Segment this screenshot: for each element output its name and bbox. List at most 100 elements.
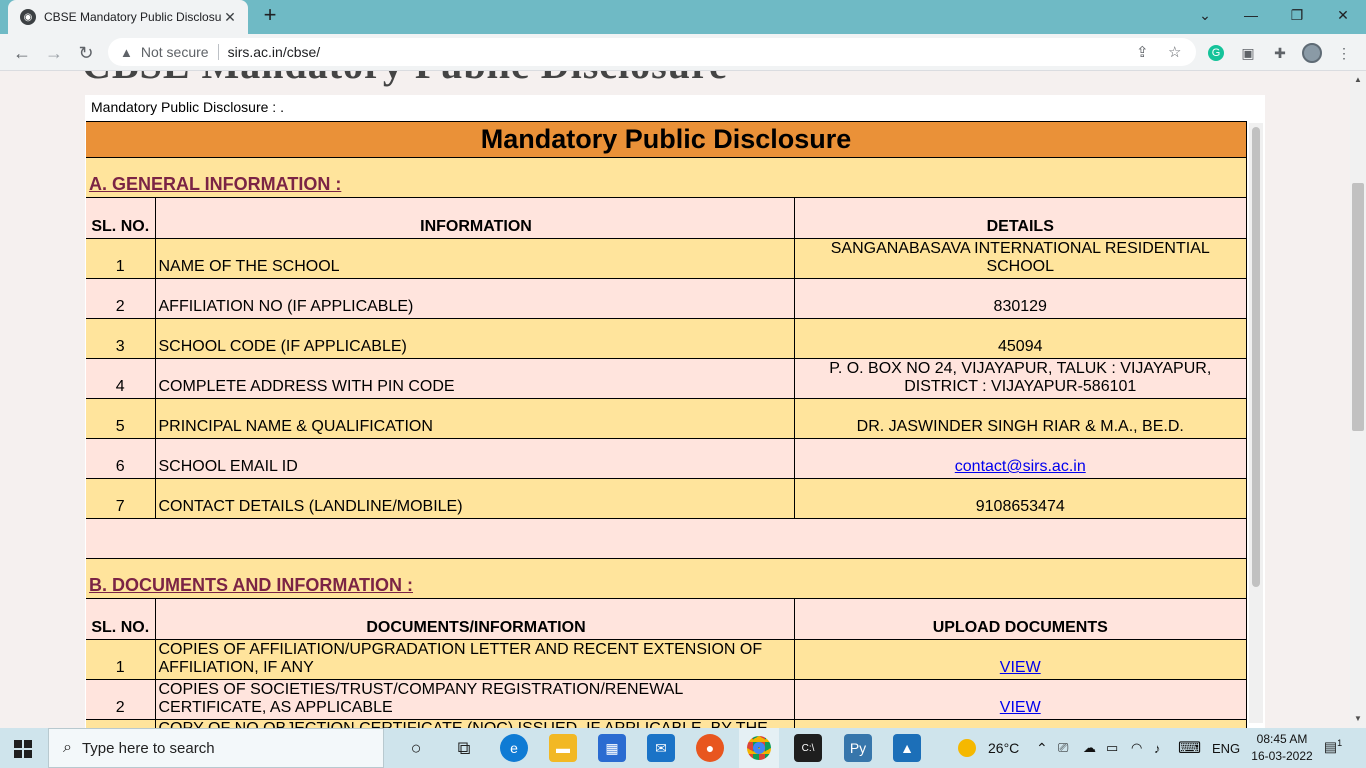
scroll-up-icon[interactable]: ▲ — [1353, 75, 1363, 84]
details-cell: 830129 — [794, 278, 1247, 319]
sl-no-cell: 1 — [86, 639, 156, 680]
details-cell: 9108653474 — [794, 478, 1247, 519]
page-scrollbar-thumb[interactable] — [1352, 183, 1364, 431]
column-header-sl-no: SL. NO. — [86, 598, 156, 640]
show-hidden-icons[interactable]: ⌃ — [1036, 728, 1048, 768]
information-cell: COMPLETE ADDRESS WITH PIN CODE — [155, 358, 795, 399]
reading-mode-icon[interactable]: ▣ — [1237, 42, 1259, 64]
page-scrollbar[interactable]: ▲ ▼ — [1350, 71, 1366, 728]
disclosure-frame-label: Mandatory Public Disclosure : . — [85, 95, 1265, 121]
browser-toolbar: ← → ↻ ▲ Not secure sirs.ac.in/cbse/ ⇪ ☆ … — [0, 34, 1366, 71]
column-header-upload: UPLOAD DOCUMENTS — [794, 598, 1247, 640]
frame-scrollbar-thumb[interactable] — [1252, 127, 1260, 587]
column-header-details: DETAILS — [794, 197, 1247, 239]
weather-widget[interactable]: 26°C — [958, 728, 1019, 768]
table-row: 4 COMPLETE ADDRESS WITH PIN CODE P. O. B… — [86, 358, 1247, 399]
table-row: 2 COPIES OF SOCIETIES/TRUST/COMPANY REGI… — [86, 679, 1247, 720]
firefox-icon[interactable]: ● — [696, 734, 724, 762]
sl-no-cell: 1 — [86, 238, 156, 279]
details-cell: 45094 — [794, 318, 1247, 359]
view-document-link[interactable]: VIEW — [1000, 699, 1041, 716]
upload-cell: VIEW — [794, 679, 1247, 720]
keyboard-icon[interactable]: ⌨ — [1178, 728, 1201, 768]
bookmark-star-icon[interactable]: ☆ — [1168, 43, 1181, 61]
details-cell: DR. JASWINDER SINGH RIAR & M.A., BE.D. — [794, 398, 1247, 439]
windows-taskbar: ⌕ Type here to search ○ ⧉ e ▬ ▦ ✉ ● C:\ … — [0, 728, 1366, 768]
forward-icon[interactable]: → — [41, 40, 67, 66]
grammarly-extension-icon[interactable]: G — [1205, 42, 1227, 64]
table-row: 1 COPIES OF AFFILIATION/UPGRADATION LETT… — [86, 639, 1247, 680]
python-icon[interactable]: Py — [844, 734, 872, 762]
section-b-title: B. DOCUMENTS AND INFORMATION : — [89, 575, 413, 595]
table-row: 5 PRINCIPAL NAME & QUALIFICATION DR. JAS… — [86, 398, 1247, 439]
sl-no-cell: 5 — [86, 398, 156, 439]
scroll-down-icon[interactable]: ▼ — [1353, 714, 1363, 723]
disclosure-table: Mandatory Public Disclosure A. GENERAL I… — [86, 121, 1247, 728]
notification-center-icon[interactable]: ▤1 — [1322, 738, 1344, 758]
meet-now-icon[interactable]: ⎚ — [1058, 728, 1068, 768]
details-cell: P. O. BOX NO 24, VIJAYAPUR, TALUK : VIJA… — [794, 358, 1247, 399]
input-language[interactable]: ENG — [1212, 728, 1240, 768]
extensions-puzzle-icon[interactable]: ✚ — [1269, 42, 1291, 64]
table-row: 3 SCHOOL CODE (IF APPLICABLE) 45094 — [86, 318, 1247, 359]
file-explorer-icon[interactable]: ▬ — [549, 734, 577, 762]
taskbar-search-box[interactable]: ⌕ Type here to search — [48, 728, 384, 768]
reload-icon[interactable]: ↻ — [73, 40, 99, 66]
upload-cell — [794, 719, 1247, 728]
wifi-icon[interactable]: ◠ — [1131, 728, 1142, 768]
tab-close-icon[interactable]: ✕ — [222, 9, 238, 26]
mail-icon[interactable]: ✉ — [647, 734, 675, 762]
microsoft-store-icon[interactable]: ▦ — [598, 734, 626, 762]
profile-avatar[interactable] — [1301, 42, 1323, 64]
sun-icon — [958, 739, 976, 757]
task-view-icon[interactable]: ⧉ — [450, 734, 478, 762]
new-tab-button[interactable]: + — [258, 4, 282, 28]
information-cell: PRINCIPAL NAME & QUALIFICATION — [155, 398, 795, 439]
chrome-menu-icon[interactable]: ⋮ — [1333, 42, 1355, 64]
information-cell: CONTACT DETAILS (LANDLINE/MOBILE) — [155, 478, 795, 519]
edge-browser-icon[interactable]: e — [500, 734, 528, 762]
table-row: 1 NAME OF THE SCHOOL SANGANABASAVA INTER… — [86, 238, 1247, 279]
page-viewport: CBSE Mandatory Public Disclosure Mandato… — [0, 71, 1350, 728]
warning-icon[interactable]: ▲ — [120, 45, 133, 60]
tab-title: CBSE Mandatory Public Disclosur — [44, 10, 222, 24]
document-cell: COPIES OF AFFILIATION/UPGRADATION LETTER… — [155, 639, 795, 680]
section-a-title: A. GENERAL INFORMATION : — [89, 174, 342, 194]
close-window-icon[interactable]: ✕ — [1320, 0, 1366, 30]
cortana-icon[interactable]: ○ — [402, 734, 430, 762]
minimize-icon[interactable]: — — [1228, 0, 1274, 30]
details-cell: contact@sirs.ac.in — [794, 438, 1247, 479]
sl-no-cell: 2 — [86, 679, 156, 720]
weather-temperature: 26°C — [988, 740, 1020, 756]
section-a-heading: A. GENERAL INFORMATION : — [86, 157, 1247, 198]
back-icon[interactable]: ← — [9, 40, 35, 66]
sl-no-cell: 4 — [86, 358, 156, 399]
windows-start-icon[interactable] — [14, 740, 32, 758]
section-b-heading: B. DOCUMENTS AND INFORMATION : — [86, 558, 1247, 599]
tab-search-icon[interactable]: ⌄ — [1182, 0, 1228, 30]
address-bar[interactable]: ▲ Not secure sirs.ac.in/cbse/ ⇪ ☆ — [108, 38, 1196, 66]
information-cell: AFFILIATION NO (IF APPLICABLE) — [155, 278, 795, 319]
url-text[interactable]: sirs.ac.in/cbse/ — [228, 44, 321, 60]
page-heading-scrolled: CBSE Mandatory Public Disclosure — [82, 71, 728, 88]
browser-tab[interactable]: ◉ CBSE Mandatory Public Disclosur ✕ — [8, 0, 248, 34]
photos-icon[interactable]: ▲ — [893, 734, 921, 762]
battery-icon[interactable]: ▭ — [1106, 728, 1118, 768]
table-row: 7 CONTACT DETAILS (LANDLINE/MOBILE) 9108… — [86, 478, 1247, 519]
table-row: 6 SCHOOL EMAIL ID contact@sirs.ac.in — [86, 438, 1247, 479]
system-clock[interactable]: 08:45 AM 16-03-2022 — [1244, 731, 1320, 765]
frame-scrollbar[interactable] — [1249, 123, 1263, 723]
maximize-icon[interactable]: ❐ — [1274, 0, 1320, 30]
onedrive-icon[interactable]: ☁ — [1083, 728, 1096, 768]
clock-time: 08:45 AM — [1256, 732, 1308, 746]
volume-icon[interactable]: ♪ — [1154, 728, 1161, 768]
command-prompt-icon[interactable]: C:\ — [794, 734, 822, 762]
search-placeholder: Type here to search — [81, 739, 215, 757]
chrome-taskbar-icon[interactable] — [739, 728, 779, 768]
site-favicon-icon: ◉ — [20, 9, 36, 25]
view-document-link[interactable]: VIEW — [1000, 659, 1041, 676]
security-label[interactable]: Not secure — [141, 44, 209, 60]
school-email-link[interactable]: contact@sirs.ac.in — [955, 458, 1086, 475]
share-icon[interactable]: ⇪ — [1136, 43, 1149, 61]
document-cell: COPY OF NO OBJECTION CERTIFICATE (NOC) I… — [155, 719, 795, 728]
